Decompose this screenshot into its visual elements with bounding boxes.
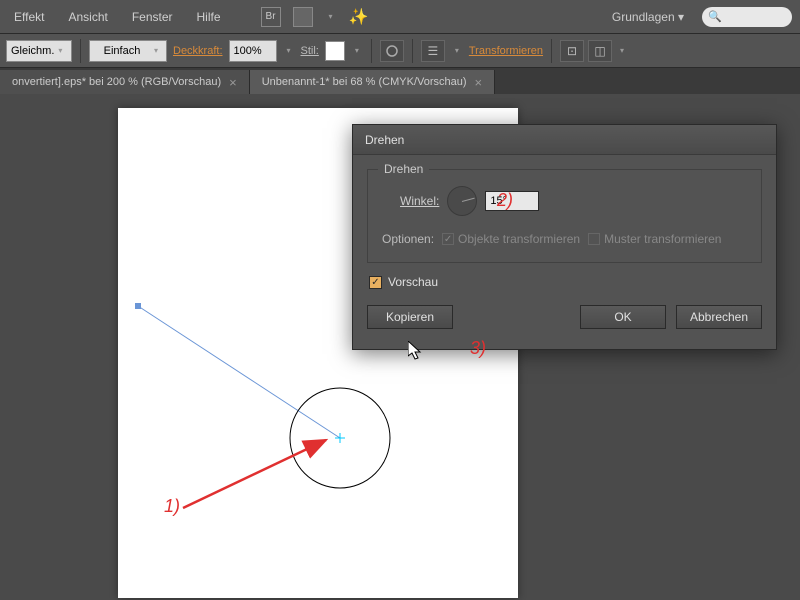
document-tabs: onvertiert].eps* bei 200 % (RGB/Vorschau… — [0, 68, 800, 94]
chevron-down-icon: ▾ — [678, 10, 684, 24]
ok-button[interactable]: OK — [580, 305, 666, 329]
transform-objects-checkbox: ✓Objekte transformieren — [442, 232, 580, 246]
angle-label: Winkel: — [400, 194, 439, 208]
menu-item-ansicht[interactable]: Ansicht — [62, 6, 113, 28]
bridge-icon[interactable]: Br — [261, 7, 281, 27]
transform-patterns-checkbox: Muster transformieren — [588, 232, 721, 246]
layout-icon[interactable] — [293, 7, 313, 27]
chevron-down-icon[interactable]: ▾ — [451, 45, 463, 57]
cancel-button[interactable]: Abbrechen — [676, 305, 762, 329]
menu-item-hilfe[interactable]: Hilfe — [191, 6, 227, 28]
tab-document-2[interactable]: Unbenannt-1* bei 68 % (CMYK/Vorschau) × — [250, 70, 495, 94]
recolor-button[interactable] — [380, 40, 404, 62]
chevron-down-icon[interactable]: ▾ — [351, 45, 363, 57]
preview-label: Vorschau — [388, 275, 438, 289]
search-icon: 🔍 — [708, 10, 722, 23]
transform-label[interactable]: Transformieren — [469, 45, 543, 57]
search-input[interactable]: 🔍 — [702, 7, 792, 27]
tab-label: Unbenannt-1* bei 68 % (CMYK/Vorschau) — [262, 76, 467, 88]
annotation-1: 1) — [164, 496, 180, 517]
annotation-2: 2) — [497, 190, 513, 211]
copy-button[interactable]: Kopieren — [367, 305, 453, 329]
menu-item-effekt[interactable]: Effekt — [8, 6, 50, 28]
dialog-title: Drehen — [353, 125, 776, 155]
opacity-input[interactable]: 100% — [229, 40, 277, 62]
workspace-selector[interactable]: Grundlagen ▾ — [604, 6, 692, 28]
check-icon: ✓ — [442, 233, 454, 245]
close-icon[interactable]: × — [475, 75, 483, 90]
edit-clip-button[interactable]: ◫ — [588, 40, 612, 62]
check-icon — [588, 233, 600, 245]
wand-icon[interactable]: ✨ — [349, 7, 369, 27]
align-button[interactable]: ☰ — [421, 40, 445, 62]
chevron-down-icon[interactable]: ▾ — [283, 45, 295, 57]
group-title: Drehen — [378, 162, 429, 176]
style-label: Stil: — [301, 45, 319, 57]
chevron-down-icon[interactable]: ▾ — [616, 45, 628, 57]
annotation-3: 3) — [470, 338, 486, 359]
tab-document-1[interactable]: onvertiert].eps* bei 200 % (RGB/Vorschau… — [0, 70, 250, 94]
close-icon[interactable]: × — [229, 75, 237, 90]
angle-dial[interactable] — [447, 186, 477, 216]
tab-label: onvertiert].eps* bei 200 % (RGB/Vorschau… — [12, 76, 221, 88]
rotate-group: Drehen Winkel: Optionen: ✓Objekte transf… — [367, 169, 762, 263]
style-swatch[interactable] — [325, 41, 345, 61]
brush-select[interactable]: Einfach▾ — [89, 40, 167, 62]
options-bar: Gleichm.▾ Einfach▾ Deckkraft: 100% ▾ Sti… — [0, 34, 800, 68]
chevron-down-icon[interactable]: ▾ — [325, 11, 337, 23]
preview-checkbox[interactable]: ✓ — [369, 276, 382, 289]
opacity-label[interactable]: Deckkraft: — [173, 45, 223, 57]
rotate-dialog: Drehen Drehen Winkel: Optionen: ✓Objekte… — [352, 124, 777, 350]
menu-item-fenster[interactable]: Fenster — [126, 6, 179, 28]
options-label: Optionen: — [382, 232, 434, 246]
isolate-button[interactable]: ⊡ — [560, 40, 584, 62]
stroke-cap-select[interactable]: Gleichm.▾ — [6, 40, 72, 62]
menu-bar: Effekt Ansicht Fenster Hilfe Br ▾ ✨ Grun… — [0, 0, 800, 34]
